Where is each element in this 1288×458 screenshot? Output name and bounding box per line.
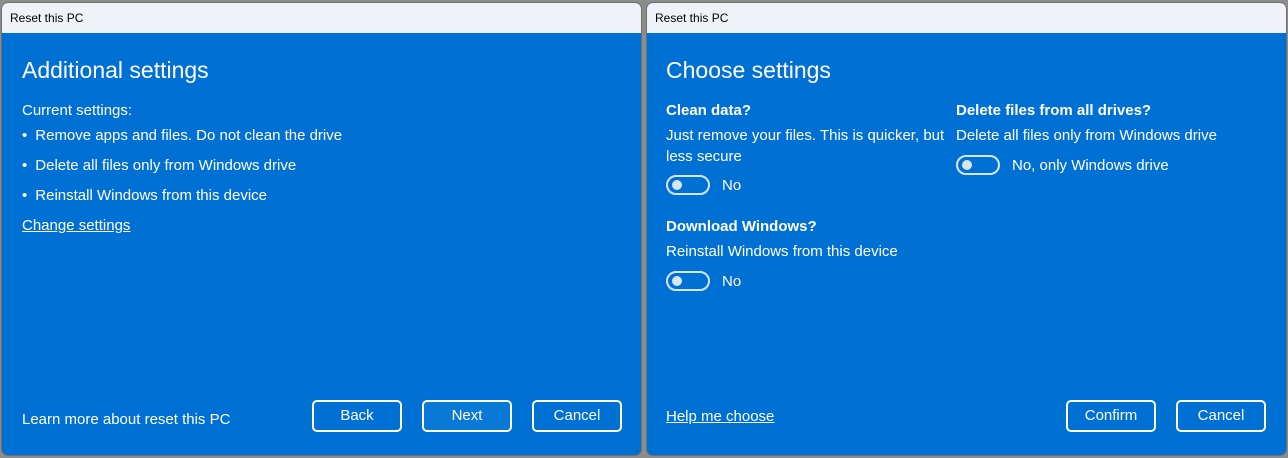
clean-data-desc: less secure bbox=[666, 148, 742, 165]
reset-pc-window-additional-settings: Reset this PC Additional settings Curren… bbox=[1, 2, 642, 456]
learn-more-text: Learn more about reset this PC bbox=[22, 411, 231, 428]
clean-data-toggle-label: No bbox=[722, 177, 742, 194]
clean-data-heading: Clean data? bbox=[666, 102, 752, 119]
page-title: Additional settings bbox=[22, 57, 209, 83]
delete-all-drives-heading: Delete files from all drives? bbox=[956, 102, 1152, 119]
delete-all-drives-desc: Delete all files only from Windows drive bbox=[956, 127, 1217, 144]
cancel-button[interactable]: Cancel bbox=[1176, 400, 1266, 432]
delete-all-drives-toggle[interactable] bbox=[956, 155, 1000, 175]
back-button[interactable]: Back bbox=[312, 400, 402, 432]
reset-pc-window-choose-settings: Reset this PC Choose settings Clean data… bbox=[646, 2, 1287, 456]
page-title: Choose settings bbox=[666, 57, 831, 83]
download-windows-heading: Download Windows? bbox=[666, 218, 817, 235]
setting-bullet: Delete all files only from Windows drive bbox=[22, 157, 296, 174]
download-windows-desc: Reinstall Windows from this device bbox=[666, 243, 898, 260]
setting-bullet: Reinstall Windows from this device bbox=[22, 187, 267, 204]
title-bar: Reset this PC bbox=[2, 3, 641, 33]
change-settings-link[interactable]: Change settings bbox=[22, 217, 130, 234]
clean-data-desc: Just remove your files. This is quicker,… bbox=[666, 127, 945, 144]
cancel-button[interactable]: Cancel bbox=[532, 400, 622, 432]
confirm-button[interactable]: Confirm bbox=[1066, 400, 1156, 432]
clean-data-toggle[interactable] bbox=[666, 175, 710, 195]
help-me-choose-link[interactable]: Help me choose bbox=[666, 408, 774, 425]
setting-bullet: Remove apps and files. Do not clean the … bbox=[22, 127, 342, 144]
download-windows-toggle-label: No bbox=[722, 273, 742, 290]
download-windows-toggle[interactable] bbox=[666, 271, 710, 291]
next-button[interactable]: Next bbox=[422, 400, 512, 432]
title-bar: Reset this PC bbox=[647, 3, 1286, 33]
current-settings-label: Current settings: bbox=[22, 102, 133, 119]
delete-all-drives-toggle-label: No, only Windows drive bbox=[1012, 157, 1169, 174]
